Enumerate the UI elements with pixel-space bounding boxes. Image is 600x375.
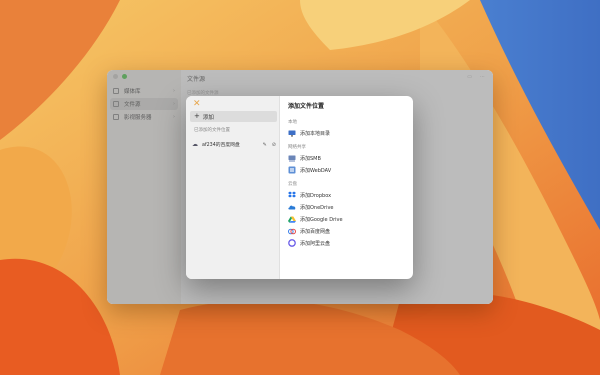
- section-label-network: 网络共享: [288, 145, 306, 150]
- edit-icon[interactable]: ✎: [263, 142, 267, 148]
- option-label: 添加Google Drive: [300, 216, 343, 223]
- location-item[interactable]: ☁ af234的百度网盘 ✎ ⊘: [192, 140, 276, 149]
- section-label-cloud: 云盘: [288, 182, 297, 187]
- dialog-left-pane: ✕ + 添加 已添加的文件位置 ☁ af234的百度网盘 ✎ ⊘: [186, 96, 280, 279]
- add-aliyun-drive-option[interactable]: 添加阿里云盘: [288, 237, 413, 249]
- dropbox-icon: [288, 191, 296, 199]
- option-label: 添加Dropbox: [300, 192, 332, 199]
- option-label: 添加SMB: [300, 155, 321, 162]
- dialog-right-pane: 添加文件位置 本地 添加本地目录 网络共享 添加SMB 添加WebDAV 云盘: [280, 96, 413, 279]
- cloud-icon: ☁: [192, 141, 198, 148]
- add-webdav-option[interactable]: 添加WebDAV: [288, 164, 413, 176]
- onedrive-icon: [288, 203, 296, 211]
- add-dropbox-option[interactable]: 添加Dropbox: [288, 189, 413, 201]
- add-google-drive-option[interactable]: 添加Google Drive: [288, 213, 413, 225]
- monitor-icon: [288, 129, 296, 137]
- baidu-netdisk-icon: [288, 227, 296, 235]
- google-drive-icon: [288, 215, 296, 223]
- dialog-title: 添加文件位置: [288, 103, 325, 110]
- add-button[interactable]: + 添加: [190, 111, 277, 122]
- section-label-local: 本地: [288, 120, 297, 125]
- delete-icon[interactable]: ⊘: [272, 142, 276, 148]
- option-label: 添加WebDAV: [300, 167, 332, 174]
- option-label: 添加百度网盘: [300, 228, 331, 235]
- plus-icon: +: [194, 112, 200, 120]
- add-smb-option[interactable]: 添加SMB: [288, 152, 413, 164]
- webdav-icon: [288, 166, 296, 174]
- add-local-folder-option[interactable]: 添加本地目录: [288, 127, 413, 139]
- option-label: 添加阿里云盘: [300, 240, 331, 247]
- location-item-label: af234的百度网盘: [202, 143, 240, 148]
- close-x-icon[interactable]: ✕: [193, 100, 201, 109]
- add-button-label: 添加: [202, 114, 214, 121]
- location-actions: ✎ ⊘: [263, 142, 276, 148]
- add-baidu-netdisk-option[interactable]: 添加百度网盘: [288, 225, 413, 237]
- added-locations-label: 已添加的文件位置: [194, 128, 230, 133]
- aliyun-drive-icon: [288, 239, 296, 247]
- network-drive-icon: [288, 154, 296, 162]
- add-onedrive-option[interactable]: 添加OneDrive: [288, 201, 413, 213]
- option-label: 添加OneDrive: [300, 204, 334, 211]
- option-label: 添加本地目录: [300, 130, 331, 137]
- add-location-dialog: ✕ + 添加 已添加的文件位置 ☁ af234的百度网盘 ✎ ⊘ 添加文件位置 …: [186, 96, 413, 279]
